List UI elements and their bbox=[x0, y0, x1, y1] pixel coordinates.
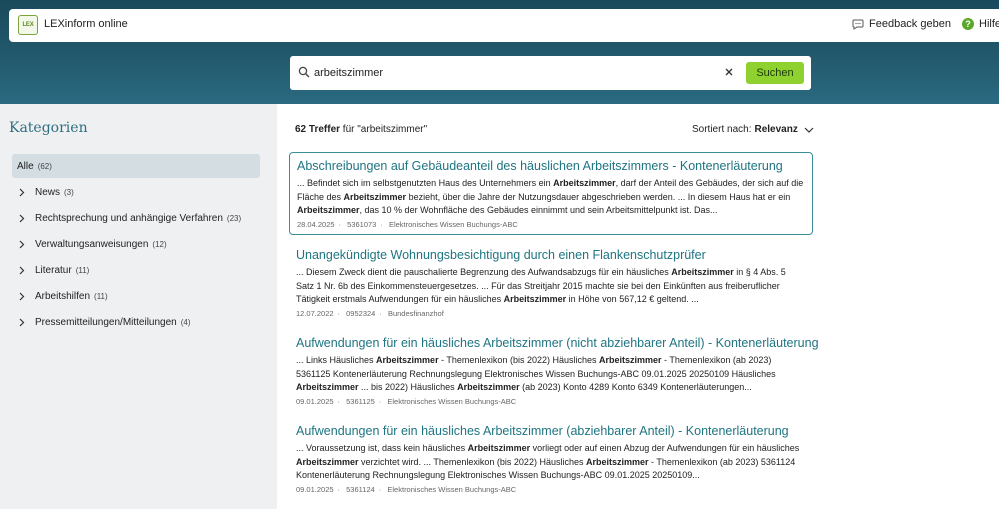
category-count: (11) bbox=[94, 292, 108, 301]
results-count-number: 62 Treffer bbox=[295, 124, 341, 135]
top-bar: LEX LEXinform online Feedback geben ? Hi… bbox=[9, 9, 999, 42]
chevron-right-icon bbox=[19, 266, 29, 275]
sort-dropdown[interactable]: Sortiert nach: Relevanz bbox=[692, 124, 814, 135]
result-id: 5361124 bbox=[346, 484, 375, 494]
category-pressemitteilungen[interactable]: Pressemitteilungen/Mitteilungen (4) bbox=[19, 317, 191, 328]
speech-bubble-icon bbox=[852, 19, 864, 30]
category-label: Arbeitshilfen bbox=[35, 291, 91, 302]
result-source: Elektronisches Wissen Buchungs-ABC bbox=[388, 219, 518, 229]
category-verwaltungsanweisungen[interactable]: Verwaltungsanweisungen (12) bbox=[19, 239, 167, 250]
category-all[interactable]: Alle (62) bbox=[12, 154, 260, 178]
sort-label: Sortiert nach: bbox=[692, 124, 752, 135]
result-date: 12.07.2022 bbox=[296, 308, 334, 318]
chevron-down-icon bbox=[804, 127, 814, 133]
results-count: 62 Treffer für "arbeitszimmer" bbox=[295, 124, 427, 135]
chevron-right-icon bbox=[19, 214, 29, 223]
result-snippet: ... Links Häusliches Arbeitszimmer - The… bbox=[296, 355, 776, 392]
lex-logo[interactable]: LEX bbox=[18, 15, 38, 35]
category-news[interactable]: News (3) bbox=[19, 187, 74, 198]
result-date: 28.04.2025 bbox=[297, 219, 335, 229]
category-count: (62) bbox=[37, 161, 52, 171]
results-count-query: für "arbeitszimmer" bbox=[340, 124, 428, 135]
category-label: Pressemitteilungen/Mitteilungen bbox=[35, 317, 177, 328]
category-count: (11) bbox=[75, 266, 90, 275]
help-icon: ? bbox=[962, 18, 974, 30]
search-box: Suchen bbox=[290, 56, 811, 90]
category-label: Literatur bbox=[35, 265, 72, 276]
result-id: 0952324 bbox=[346, 308, 376, 318]
result-date: 09.01.2025 bbox=[296, 396, 334, 406]
search-input[interactable] bbox=[314, 63, 714, 83]
app-title: LEXinform online bbox=[44, 18, 128, 30]
result-title[interactable]: Aufwendungen für ein häusliches Arbeitsz… bbox=[296, 423, 806, 439]
category-label: Verwaltungsanweisungen bbox=[35, 239, 149, 250]
category-literatur[interactable]: Literatur (11) bbox=[19, 265, 89, 276]
result-snippet: ... Diesem Zweck dient die pauschalierte… bbox=[296, 267, 786, 304]
result-snippet: ... Voraussetzung ist, dass kein häuslic… bbox=[296, 443, 800, 480]
category-count: (4) bbox=[180, 318, 191, 327]
category-count: (23) bbox=[226, 214, 242, 223]
category-count: (12) bbox=[152, 240, 167, 249]
chevron-right-icon bbox=[19, 240, 29, 249]
result-meta: 28.04.2025 · 5361073 · Elektronisches Wiss… bbox=[297, 219, 518, 229]
help-label: Hilfe bbox=[979, 18, 999, 30]
category-label: Alle bbox=[17, 160, 34, 172]
result-id: 5361125 bbox=[346, 396, 375, 406]
result-title[interactable]: Aufwendungen für ein häusliches Arbeitsz… bbox=[296, 335, 819, 351]
sidebar-title: Kategorien bbox=[9, 120, 88, 136]
result-meta: 09.01.2025 · 5361124 · Elektronisches Wiss… bbox=[296, 484, 517, 494]
sort-value: Relevanz bbox=[754, 124, 798, 135]
result-id: 5361073 bbox=[347, 219, 377, 229]
category-arbeitshilfen[interactable]: Arbeitshilfen (11) bbox=[19, 291, 108, 302]
search-button[interactable]: Suchen bbox=[746, 62, 804, 84]
close-icon[interactable] bbox=[724, 67, 734, 77]
category-label: News bbox=[35, 187, 61, 198]
result-card[interactable]: Aufwendungen für ein häusliches Arbeitsz… bbox=[289, 418, 813, 499]
result-card[interactable]: Unangekündigte Wohnungsbesichtigung durc… bbox=[289, 242, 813, 323]
result-meta: 09.01.2025 · 5361125 · Elektronisches Wiss… bbox=[296, 396, 517, 406]
result-date: 09.01.2025 bbox=[296, 484, 334, 494]
feedback-label: Feedback geben bbox=[869, 18, 951, 30]
help-link[interactable]: ? Hilfe bbox=[962, 18, 999, 30]
result-source: Elektronisches Wissen Buchungs-ABC bbox=[387, 484, 517, 494]
category-label: Rechtsprechung und anhängige Verfahren bbox=[35, 213, 223, 224]
category-rechtsprechung[interactable]: Rechtsprechung und anhängige Verfahren (… bbox=[19, 213, 241, 224]
result-title[interactable]: Abschreibungen auf Gebäudeanteil des häu… bbox=[297, 158, 805, 174]
result-source: Bundesfinanzhof bbox=[387, 308, 444, 318]
result-source: Elektronisches Wissen Buchungs-ABC bbox=[387, 396, 517, 406]
chevron-right-icon bbox=[19, 188, 29, 197]
sidebar: Kategorien Alle (62) News (3) Rechtsprec… bbox=[0, 104, 277, 509]
category-count: (3) bbox=[64, 188, 74, 197]
result-card[interactable]: Aufwendungen für ein häusliches Arbeitsz… bbox=[289, 330, 819, 411]
result-snippet: ... Befindet sich im selbstgenutzten Hau… bbox=[297, 178, 804, 215]
result-card[interactable]: Abschreibungen auf Gebäudeanteil des häu… bbox=[289, 152, 813, 235]
result-meta: 12.07.2022 · 0952324 · Bundesfinanzhof bbox=[296, 308, 444, 318]
chevron-right-icon bbox=[19, 292, 29, 301]
feedback-link[interactable]: Feedback geben bbox=[852, 18, 951, 30]
result-title[interactable]: Unangekündigte Wohnungsbesichtigung durc… bbox=[296, 247, 806, 263]
chevron-right-icon bbox=[19, 318, 29, 327]
search-icon bbox=[298, 66, 310, 78]
